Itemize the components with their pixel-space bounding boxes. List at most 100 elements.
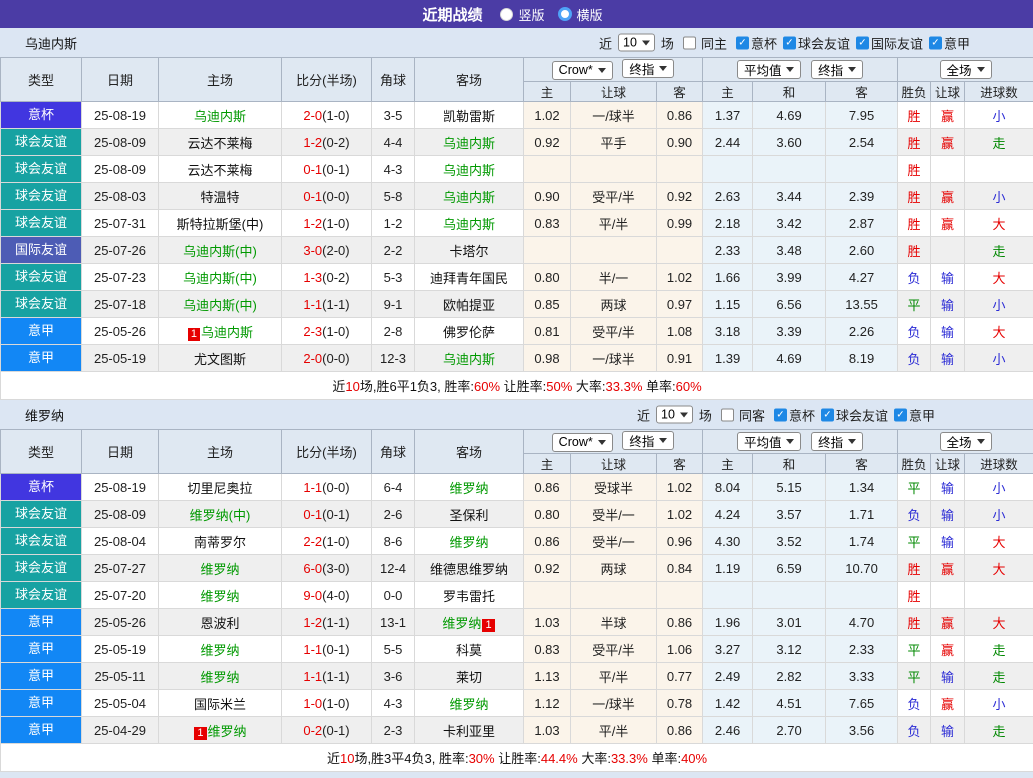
fulltime-score[interactable]: 1-1	[303, 669, 322, 684]
match-type-badge[interactable]: 球会友谊	[1, 582, 81, 608]
average-select[interactable]: 平均值	[737, 432, 802, 451]
fulltime-score[interactable]: 2-3	[303, 324, 322, 339]
final-index-select-2[interactable]: 终指	[811, 60, 863, 79]
home-team-name[interactable]: 云达不莱梅	[187, 136, 252, 151]
match-type-badge[interactable]: 球会友谊	[1, 183, 81, 209]
away-team-name[interactable]: 乌迪内斯	[443, 217, 495, 232]
home-team-name[interactable]: 乌迪内斯(中)	[183, 298, 257, 313]
match-type-badge[interactable]: 意甲	[1, 636, 81, 662]
away-team-name[interactable]: 欧帕提亚	[443, 298, 495, 313]
match-type-badge[interactable]: 球会友谊	[1, 156, 81, 182]
fulltime-score[interactable]: 1-1	[303, 480, 322, 495]
scope-select[interactable]: 全场	[940, 432, 992, 451]
match-type-badge[interactable]: 球会友谊	[1, 129, 81, 155]
bookmaker-select[interactable]: Crow*	[552, 61, 613, 80]
final-index-select[interactable]: 终指	[622, 59, 674, 78]
home-team-name[interactable]: 乌迪内斯	[194, 109, 246, 124]
league-checkbox[interactable]: ✓	[894, 408, 907, 421]
same-venue-checkbox[interactable]	[721, 408, 734, 421]
match-type-badge[interactable]: 球会友谊	[1, 528, 81, 554]
match-type-badge[interactable]: 球会友谊	[1, 210, 81, 236]
fulltime-score[interactable]: 1-2	[303, 135, 322, 150]
games-count-select[interactable]: 10	[656, 406, 693, 424]
home-team-name[interactable]: 特温特	[200, 190, 239, 205]
fulltime-score[interactable]: 0-1	[303, 189, 322, 204]
match-type-badge[interactable]: 意甲	[1, 345, 81, 371]
away-team-name[interactable]: 维罗纳	[442, 616, 481, 631]
away-team-name[interactable]: 乌迪内斯	[443, 190, 495, 205]
away-team-name[interactable]: 维罗纳	[449, 697, 488, 712]
away-team-name[interactable]: 卡塔尔	[449, 244, 488, 259]
home-team-name[interactable]: 乌迪内斯(中)	[183, 271, 257, 286]
home-team-name[interactable]: 维罗纳	[200, 670, 239, 685]
match-type-badge[interactable]: 意甲	[1, 609, 81, 635]
fulltime-score[interactable]: 1-2	[303, 216, 322, 231]
away-team-name[interactable]: 乌迪内斯	[443, 352, 495, 367]
final-index-select[interactable]: 终指	[622, 431, 674, 450]
away-team-name[interactable]: 莱切	[456, 670, 482, 685]
home-team-name[interactable]: 南蒂罗尔	[194, 535, 246, 550]
layout-radio-horizontal[interactable]	[558, 7, 572, 21]
away-team-name[interactable]: 乌迪内斯	[443, 163, 495, 178]
fulltime-score[interactable]: 1-0	[303, 696, 322, 711]
match-type-badge[interactable]: 意杯	[1, 474, 81, 500]
away-team-name[interactable]: 维罗纳	[449, 481, 488, 496]
home-team-name[interactable]: 斯特拉斯堡(中)	[177, 217, 264, 232]
home-team-name[interactable]: 维罗纳	[200, 562, 239, 577]
away-team-name[interactable]: 卡利亚里	[443, 724, 495, 739]
league-checkbox[interactable]: ✓	[774, 408, 787, 421]
fulltime-score[interactable]: 1-2	[303, 615, 322, 630]
match-type-badge[interactable]: 意甲	[1, 318, 81, 344]
home-team-name[interactable]: 维罗纳	[200, 589, 239, 604]
home-team-name[interactable]: 维罗纳	[200, 643, 239, 658]
away-team-name[interactable]: 迪拜青年国民	[430, 271, 508, 286]
fulltime-score[interactable]: 2-0	[303, 351, 322, 366]
fulltime-score[interactable]: 0-2	[303, 723, 322, 738]
match-type-badge[interactable]: 球会友谊	[1, 264, 81, 290]
home-team-name[interactable]: 恩波利	[200, 616, 239, 631]
away-team-name[interactable]: 佛罗伦萨	[443, 325, 495, 340]
fulltime-score[interactable]: 3-0	[303, 243, 322, 258]
fulltime-score[interactable]: 1-1	[303, 297, 322, 312]
home-team-name[interactable]: 云达不莱梅	[187, 163, 252, 178]
final-index-select-2[interactable]: 终指	[811, 432, 863, 451]
away-team-name[interactable]: 凯勒雷斯	[443, 109, 495, 124]
home-team-name[interactable]: 国际米兰	[194, 697, 246, 712]
home-team-name[interactable]: 维罗纳	[208, 724, 247, 739]
fulltime-score[interactable]: 0-1	[303, 162, 322, 177]
home-team-name[interactable]: 乌迪内斯(中)	[183, 244, 257, 259]
fulltime-score[interactable]: 2-0	[303, 108, 322, 123]
fulltime-score[interactable]: 2-2	[303, 534, 322, 549]
home-team-name[interactable]: 乌迪内斯	[201, 325, 253, 340]
league-checkbox[interactable]: ✓	[736, 36, 749, 49]
layout-radio-vertical[interactable]	[500, 8, 513, 21]
league-checkbox[interactable]: ✓	[783, 36, 796, 49]
away-team-name[interactable]: 维德思维罗纳	[430, 562, 508, 577]
match-type-badge[interactable]: 意甲	[1, 663, 81, 689]
home-team-name[interactable]: 尤文图斯	[194, 352, 246, 367]
league-checkbox[interactable]: ✓	[856, 36, 869, 49]
away-team-name[interactable]: 乌迪内斯	[443, 136, 495, 151]
games-count-select[interactable]: 10	[618, 34, 655, 52]
league-checkbox[interactable]: ✓	[929, 36, 942, 49]
fulltime-score[interactable]: 6-0	[303, 561, 322, 576]
match-type-badge[interactable]: 球会友谊	[1, 291, 81, 317]
same-venue-checkbox[interactable]	[683, 36, 696, 49]
fulltime-score[interactable]: 9-0	[303, 588, 322, 603]
bookmaker-select[interactable]: Crow*	[552, 433, 613, 452]
away-team-name[interactable]: 圣保利	[449, 508, 488, 523]
match-type-badge[interactable]: 国际友谊	[1, 237, 81, 263]
away-team-name[interactable]: 维罗纳	[449, 535, 488, 550]
home-team-name[interactable]: 切里尼奥拉	[187, 481, 252, 496]
fulltime-score[interactable]: 1-3	[303, 270, 322, 285]
away-team-name[interactable]: 罗韦雷托	[443, 589, 495, 604]
match-type-badge[interactable]: 意甲	[1, 717, 81, 743]
scope-select[interactable]: 全场	[940, 60, 992, 79]
match-type-badge[interactable]: 意杯	[1, 102, 81, 128]
away-team-name[interactable]: 科莫	[456, 643, 482, 658]
average-select[interactable]: 平均值	[737, 60, 802, 79]
fulltime-score[interactable]: 1-1	[303, 642, 322, 657]
league-checkbox[interactable]: ✓	[821, 408, 834, 421]
match-type-badge[interactable]: 意甲	[1, 690, 81, 716]
match-type-badge[interactable]: 球会友谊	[1, 501, 81, 527]
